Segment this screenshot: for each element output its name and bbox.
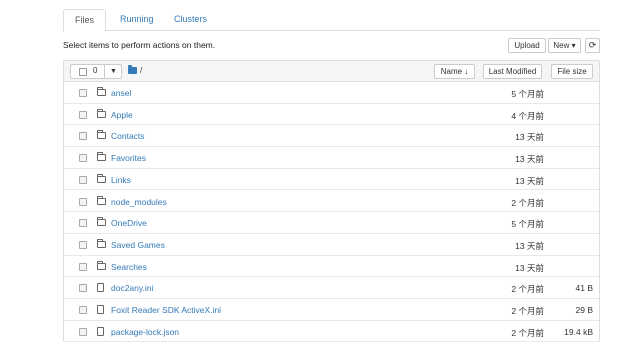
file-icon <box>97 326 104 336</box>
item-file-size: 29 B <box>575 305 594 315</box>
folder-icon <box>97 260 106 270</box>
folder-icon <box>97 173 106 183</box>
list-item[interactable]: Foxit Reader SDK ActiveX.ini 2 个月前 29 B <box>64 299 599 321</box>
item-name-link[interactable]: Saved Games <box>111 240 165 250</box>
item-name-link[interactable]: Contacts <box>111 131 145 141</box>
upload-button[interactable]: Upload <box>508 38 546 53</box>
file-icon <box>97 305 104 314</box>
tab-bar: Files Running Clusters <box>63 9 600 32</box>
item-last-modified: 13 天前 <box>515 132 544 143</box>
item-last-modified: 2 个月前 <box>511 284 544 295</box>
select-all-group[interactable]: 0 ▼ <box>70 64 122 79</box>
item-name-link[interactable]: Foxit Reader SDK ActiveX.ini <box>111 305 221 315</box>
item-last-modified: 5 个月前 <box>511 219 544 230</box>
instructions-text: Select items to perform actions on them. <box>63 40 216 50</box>
item-name-link[interactable]: ansel <box>111 88 131 98</box>
refresh-button[interactable]: ⟳ <box>585 38 600 53</box>
row-checkbox[interactable] <box>79 154 87 163</box>
item-name-link[interactable]: Searches <box>111 262 147 272</box>
sort-by-last-modified-button[interactable]: Last Modified <box>483 64 542 79</box>
row-checkbox[interactable] <box>79 306 87 314</box>
tab-files[interactable]: Files <box>63 9 107 32</box>
caret-down-icon: ▼ <box>110 68 117 75</box>
list-item[interactable]: Favorites 13 天前 <box>64 147 599 169</box>
item-file-size: 19.4 kB <box>564 326 593 337</box>
row-checkbox[interactable] <box>79 89 87 97</box>
folder-icon <box>97 217 106 227</box>
list-item[interactable]: package-lock.json 2 个月前 19.4 kB <box>64 321 599 343</box>
list-item[interactable]: Apple 4 个月前 <box>64 104 599 126</box>
item-last-modified: 13 天前 <box>515 175 544 186</box>
select-menu-caret[interactable]: ▼ <box>104 65 122 78</box>
breadcrumb: / <box>140 66 143 75</box>
list-item[interactable]: node_modules 2 个月前 <box>64 191 599 213</box>
list-item[interactable]: doc2any.ini 2 个月前 41 B <box>64 277 599 299</box>
new-dropdown-button[interactable]: New ▾ <box>548 38 581 53</box>
folder-icon <box>97 108 106 118</box>
row-checkbox[interactable] <box>79 262 87 271</box>
item-file-size: 41 B <box>575 283 594 294</box>
list-item[interactable]: ansel 5 个月前 <box>64 82 599 104</box>
row-checkbox[interactable] <box>79 110 87 119</box>
item-last-modified: 2 个月前 <box>511 306 544 316</box>
folder-icon <box>97 130 106 140</box>
item-last-modified: 13 天前 <box>515 240 544 251</box>
row-checkbox[interactable] <box>79 219 87 228</box>
item-last-modified: 2 个月前 <box>511 327 544 338</box>
file-icon <box>97 283 104 293</box>
refresh-icon: ⟳ <box>588 40 597 50</box>
row-checkbox[interactable] <box>79 175 87 184</box>
list-item[interactable]: Contacts 13 天前 <box>64 125 599 148</box>
home-folder-icon[interactable] <box>128 65 137 74</box>
folder-icon <box>97 152 106 162</box>
select-all-checkbox[interactable] <box>79 68 87 76</box>
item-last-modified: 13 天前 <box>515 262 544 273</box>
row-checkbox[interactable] <box>79 284 87 293</box>
folder-icon <box>97 238 106 248</box>
item-name-link[interactable]: OneDrive <box>111 218 147 228</box>
item-last-modified: 4 个月前 <box>511 110 544 121</box>
row-checkbox[interactable] <box>79 132 87 141</box>
item-name-link[interactable]: Favorites <box>111 153 146 163</box>
file-list: 0 ▼ / Name ↓ Last Modified File size ans… <box>63 60 600 343</box>
folder-icon <box>97 195 106 205</box>
item-name-link[interactable]: doc2any.ini <box>111 283 153 293</box>
list-item[interactable]: Links 13 天前 <box>64 169 599 191</box>
folder-icon <box>97 87 106 96</box>
list-item[interactable]: Saved Games 13 天前 <box>64 234 599 256</box>
item-name-link[interactable]: node_modules <box>111 197 167 207</box>
row-checkbox[interactable] <box>79 240 87 249</box>
item-last-modified: 2 个月前 <box>511 197 544 208</box>
sort-by-file-size-button[interactable]: File size <box>551 64 593 79</box>
tab-running[interactable]: Running <box>109 9 165 31</box>
row-checkbox[interactable] <box>79 197 87 206</box>
tab-clusters[interactable]: Clusters <box>163 9 218 31</box>
selected-count: 0 <box>93 66 98 75</box>
item-name-link[interactable]: Apple <box>111 110 133 120</box>
row-checkbox[interactable] <box>79 327 87 336</box>
item-name-link[interactable]: package-lock.json <box>111 327 179 337</box>
item-last-modified: 5 个月前 <box>511 89 544 99</box>
file-list-header: 0 ▼ / Name ↓ Last Modified File size <box>64 61 599 82</box>
sort-by-name-button[interactable]: Name ↓ <box>434 64 475 79</box>
item-name-link[interactable]: Links <box>111 175 131 185</box>
item-last-modified: 13 天前 <box>515 154 544 165</box>
list-item[interactable]: OneDrive 5 个月前 <box>64 212 599 234</box>
list-item[interactable]: Searches 13 天前 <box>64 256 599 278</box>
